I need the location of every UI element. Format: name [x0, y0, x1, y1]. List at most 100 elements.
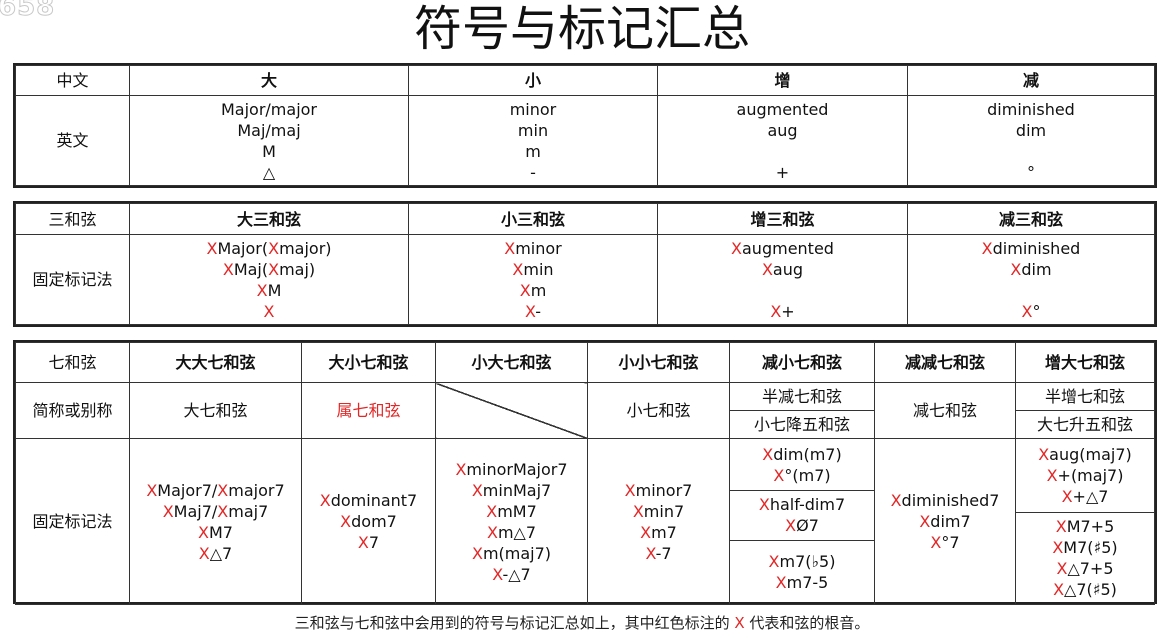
root-marker: X — [645, 543, 656, 563]
root-marker: X — [268, 259, 280, 279]
page-title: 符号与标记汇总 — [413, 1, 750, 57]
root-marker: X — [1038, 444, 1050, 464]
alias-aug: 半增七和弦 大七升五和弦 — [1015, 382, 1155, 439]
header-cell: 大 — [129, 65, 409, 96]
alias-min7: 小七和弦 — [587, 382, 730, 439]
cell-line: Major/major — [220, 99, 317, 119]
root-marker: X — [217, 480, 229, 500]
cell-text: maj7 — [228, 501, 269, 521]
cell-line: aug — [767, 120, 798, 140]
root-marker: X — [268, 238, 280, 258]
cell-text: m(maj7) — [482, 543, 552, 563]
root-marker: X — [1053, 580, 1065, 600]
alias-aug-b: 大七升五和弦 — [1016, 410, 1154, 438]
cell-text: diminished — [992, 238, 1081, 258]
header-cell: 减减七和弦 — [874, 342, 1016, 383]
cell-text: dominant7 — [330, 491, 418, 510]
root-marker: X — [206, 238, 218, 258]
triad-header-row: 三和弦 大三和弦 小三和弦 增三和弦 减三和弦 — [15, 203, 1155, 235]
root-marker: X — [1010, 259, 1022, 279]
cell-text: aug(maj7) — [1049, 444, 1132, 464]
root-marker: X — [504, 238, 516, 258]
cell-augmented: augmented aug + — [657, 95, 908, 186]
cell-text: 7 — [368, 533, 380, 552]
root-marker: X — [734, 614, 745, 632]
cell-text: +(maj7) — [1057, 465, 1124, 485]
cell-text: minor — [515, 238, 562, 258]
root-marker: X — [146, 480, 158, 500]
header-cell: 增大七和弦 — [1015, 342, 1155, 383]
cell-text: m7-5 — [786, 573, 829, 593]
cell-text: - — [535, 301, 541, 321]
cell-text: Maj( — [233, 259, 269, 279]
cell-text: minorMajor7 — [466, 459, 568, 479]
header-cell: 大小七和弦 — [301, 342, 436, 383]
alias-dom7: 属七和弦 — [301, 382, 436, 439]
cell-line: minor — [509, 99, 557, 119]
cell-line: m — [525, 141, 541, 161]
seventh-header-row: 七和弦 大大七和弦 大小七和弦 小大七和弦 小小七和弦 减小七和弦 减减七和弦 … — [15, 342, 1155, 383]
cell-text: +△7 — [1072, 486, 1109, 506]
header-cell: 中文 — [15, 65, 130, 96]
root-marker: X — [492, 564, 503, 584]
cell-text: m — [530, 280, 547, 300]
root-marker: X — [256, 280, 268, 300]
notation-dim7: Xdiminished7 Xdim7 X°7 — [874, 438, 1016, 605]
header-cell: 大三和弦 — [129, 203, 409, 235]
triad-notation-row: 固定标记法 XMajor(Xmajor) XMaj(Xmaj) XM X Xmi… — [15, 234, 1155, 325]
quality-header-row: 中文 大 小 增 减 — [15, 65, 1155, 96]
cell-text: °(m7) — [784, 465, 831, 485]
root-marker: X — [1056, 559, 1068, 579]
root-marker: X — [486, 522, 498, 542]
cell-line — [658, 141, 907, 162]
cell-text: m△7 — [497, 522, 537, 542]
root-marker: X — [624, 480, 636, 500]
cell-text: M7(♯5) — [1063, 538, 1118, 558]
cell-diminished: diminished dim ° — [907, 95, 1155, 186]
cell-text: °7 — [941, 533, 960, 552]
cell-minor: minor min m - — [408, 95, 658, 186]
root-marker: X — [340, 512, 352, 531]
cell-line: augmented — [736, 99, 829, 119]
cell-line: min — [517, 120, 549, 140]
cell-text: minMaj7 — [482, 480, 552, 500]
cell-text: dom7 — [351, 512, 397, 531]
notation-halfdim-a: Xdim(m7) X°(m7) — [730, 439, 874, 490]
cell-text: M7+5 — [1066, 517, 1115, 537]
cell-text: half-dim7 — [769, 495, 846, 515]
quality-table: 中文 大 小 增 减 英文 Major/major Maj/maj M △ mi… — [13, 63, 1157, 188]
root-marker: X — [762, 444, 774, 464]
notation-halfdim: Xdim(m7) X°(m7) Xhalf-dim7 XØ7 Xm7(♭5) X… — [729, 438, 875, 605]
root-marker: X — [455, 459, 467, 479]
caption: 三和弦与七和弦中会用到的符号与标记汇总如上，其中红色标注的 X 代表和弦的根音。 — [0, 612, 1164, 633]
root-marker: X — [198, 543, 210, 563]
row-label: 英文 — [15, 95, 130, 186]
cell-text: dim — [1021, 259, 1052, 279]
root-marker: X — [930, 533, 942, 552]
cell-text: dim7 — [930, 512, 971, 531]
cell-text: min7 — [643, 501, 685, 521]
cell-text: -7 — [655, 543, 672, 563]
cell-text: maj) — [279, 259, 316, 279]
notation-aug: Xaug(maj7) X+(maj7) X+△7 XM7+5 XM7(♯5) X… — [1015, 438, 1155, 605]
root-marker: X — [770, 301, 782, 321]
notation-maj7: XMajor7/Xmajor7 XMaj7/Xmaj7 XM7 X△7 — [129, 438, 302, 605]
notation-aug-a: Xaug(maj7) X+(maj7) X+△7 — [1016, 439, 1154, 512]
root-marker: X — [198, 522, 209, 542]
root-marker: X — [919, 512, 931, 531]
root-marker: X — [222, 259, 234, 279]
header-cell: 大大七和弦 — [129, 342, 302, 383]
seventh-notation-row: 固定标记法 XMajor7/Xmajor7 XMaj7/Xmaj7 XM7 X△… — [15, 438, 1155, 605]
header-cell: 减小七和弦 — [729, 342, 875, 383]
cell-text: Major( — [217, 238, 269, 258]
header-cell: 增三和弦 — [657, 203, 908, 235]
root-marker: X — [217, 501, 229, 521]
header-cell: 小大七和弦 — [435, 342, 588, 383]
root-marker: X — [758, 495, 770, 515]
alias-halfdim-b: 小七降五和弦 — [730, 410, 874, 438]
root-marker: X — [471, 480, 483, 500]
caption-text: 三和弦与七和弦中会用到的符号与标记汇总如上，其中红色标注的 — [294, 614, 735, 632]
root-marker: X — [162, 501, 174, 521]
root-marker: X — [731, 238, 742, 258]
header-cell: 三和弦 — [15, 203, 130, 235]
